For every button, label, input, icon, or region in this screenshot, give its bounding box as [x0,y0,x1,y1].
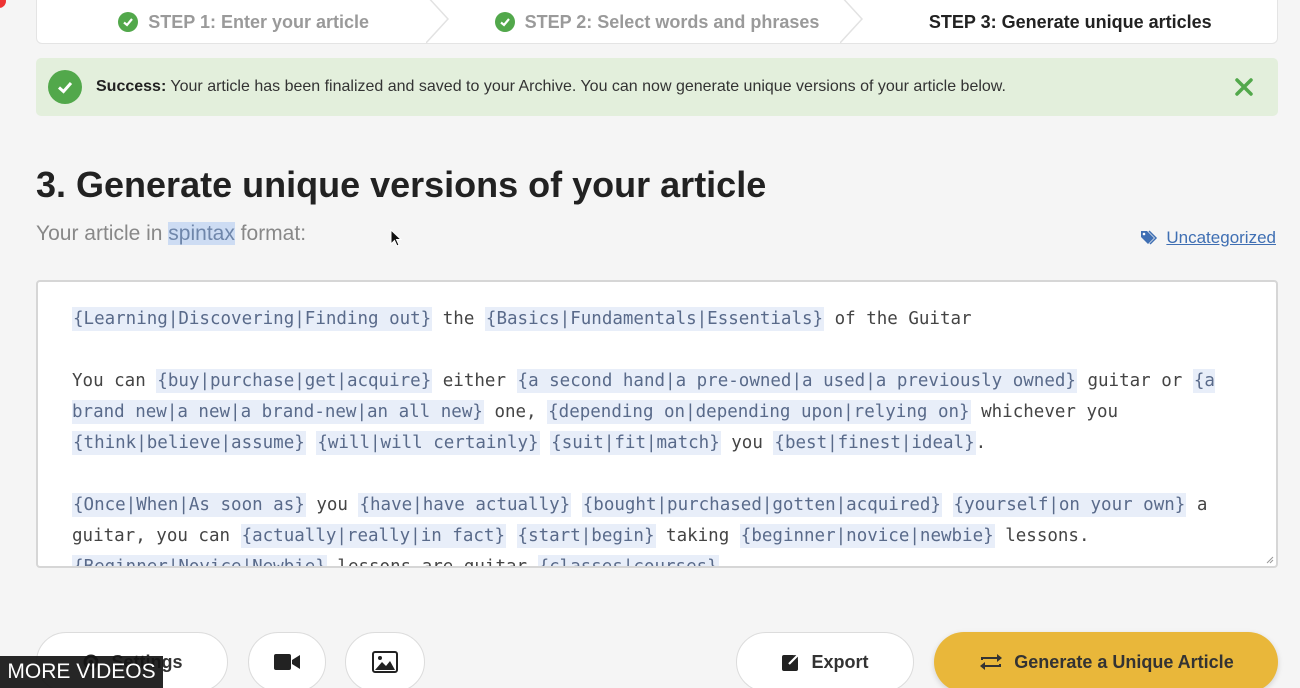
success-check-icon [48,70,82,104]
spintax-text [306,433,317,453]
spintax-text: guitar or [1076,371,1193,391]
spintax-group: {classes|courses} [537,555,719,566]
alert-text: Your article has been finalized and save… [166,78,1006,95]
spintax-text: . [975,433,987,453]
step-3[interactable]: STEP 3: Generate unique articles [864,0,1277,43]
spintax-text: either [432,371,517,391]
spintax-text [942,495,953,515]
spintax-group: {will|will certainly} [316,431,540,455]
alert-strong: Success: [96,78,167,95]
spintax-group: {yourself|on your own} [952,493,1187,517]
export-label: Export [811,651,869,672]
step-1-label: STEP 1: Enter your article [148,11,370,32]
spintax-group: {start|begin} [516,524,656,548]
spintax-text: you [720,433,774,453]
spintax-text: lessons are guitar [326,557,538,568]
tags-icon [1141,230,1158,245]
step-2-label: STEP 2: Select words and phrases [524,11,820,32]
spintax-group: {suit|fit|match} [550,431,721,455]
spintax-group: {Learning|Discovering|Finding out} [72,307,433,331]
alert-message: Success: Your article has been finalized… [96,78,1006,96]
spintax-text [540,433,551,453]
step-3-label: STEP 3: Generate unique articles [928,11,1212,32]
subtitle-suffix: format: [234,222,307,245]
video-button[interactable] [248,632,326,688]
spintax-text: of the Guitar [824,309,972,329]
spintax-group: {Beginner|Novice|Newbie} [72,555,327,566]
spintax-group: {have|have actually} [358,493,572,517]
close-icon[interactable] [1232,75,1256,99]
subtitle-highlight: spintax [168,222,235,245]
success-alert: Success: Your article has been finalized… [36,58,1278,116]
export-icon [782,652,801,671]
mouse-cursor-icon [390,229,402,247]
more-videos-overlay[interactable]: MORE VIDEOS [0,656,163,688]
spintax-paragraph: {Learning|Discovering|Finding out} the {… [72,304,1242,335]
spintax-group: {a second hand|a pre-owned|a used|a prev… [516,369,1077,393]
subtitle-prefix: Your article in [36,222,169,245]
spintax-text: the [432,309,485,329]
recording-indicator [0,0,6,8]
category-label: Uncategorized [1166,228,1276,247]
spintax-group: {think|believe|assume} [72,431,306,455]
spintax-text: lessons. [994,526,1090,546]
spintax-text [506,526,517,546]
step-2[interactable]: STEP 2: Select words and phrases [450,0,863,43]
spintax-group: {Basics|Fundamentals|Essentials} [484,307,825,331]
check-icon [494,12,515,32]
page-title: 3. Generate unique versions of your arti… [36,164,767,205]
spintax-text: you [305,495,359,515]
spintax-paragraph: {Once|When|As soon as} you {have|have ac… [72,490,1242,568]
spintax-group: {buy|purchase|get|acquire} [156,369,433,393]
check-icon [118,12,139,32]
spintax-group: {bought|purchased|gotten|acquired} [581,493,942,517]
image-button[interactable] [345,632,425,688]
step-progress-bar: STEP 1: Enter your article STEP 2: Selec… [36,0,1278,44]
category-link[interactable]: Uncategorized [1140,228,1276,248]
spintax-text: You can [72,371,157,391]
spintax-text: taking [655,526,740,546]
format-subtitle: Your article in spintax format: [36,222,306,246]
spintax-group: {Once|When|As soon as} [72,493,306,517]
step-1[interactable]: STEP 1: Enter your article [37,0,450,43]
export-button[interactable]: Export [736,632,914,688]
resize-handle-icon[interactable] [1264,554,1274,564]
spintax-group: {actually|really|in fact} [240,524,506,548]
generate-label: Generate a Unique Article [1014,651,1234,672]
video-camera-icon [274,654,300,670]
image-icon [372,651,398,673]
spintax-group: {beginner|novice|newbie} [739,524,995,548]
spintax-paragraph: You can {buy|purchase|get|acquire} eithe… [72,366,1242,459]
spintax-textarea[interactable]: {Learning|Discovering|Finding out} the {… [36,280,1278,568]
spintax-group: {depending on|depending upon|relying on} [547,400,971,424]
spintax-text: one, [483,402,548,422]
spintax-text: whichever you [970,402,1119,422]
generate-article-button[interactable]: Generate a Unique Article [934,632,1278,688]
spintax-text [571,495,582,515]
spintax-group: {best|finest|ideal} [773,431,976,455]
retweet-icon [980,654,1003,670]
